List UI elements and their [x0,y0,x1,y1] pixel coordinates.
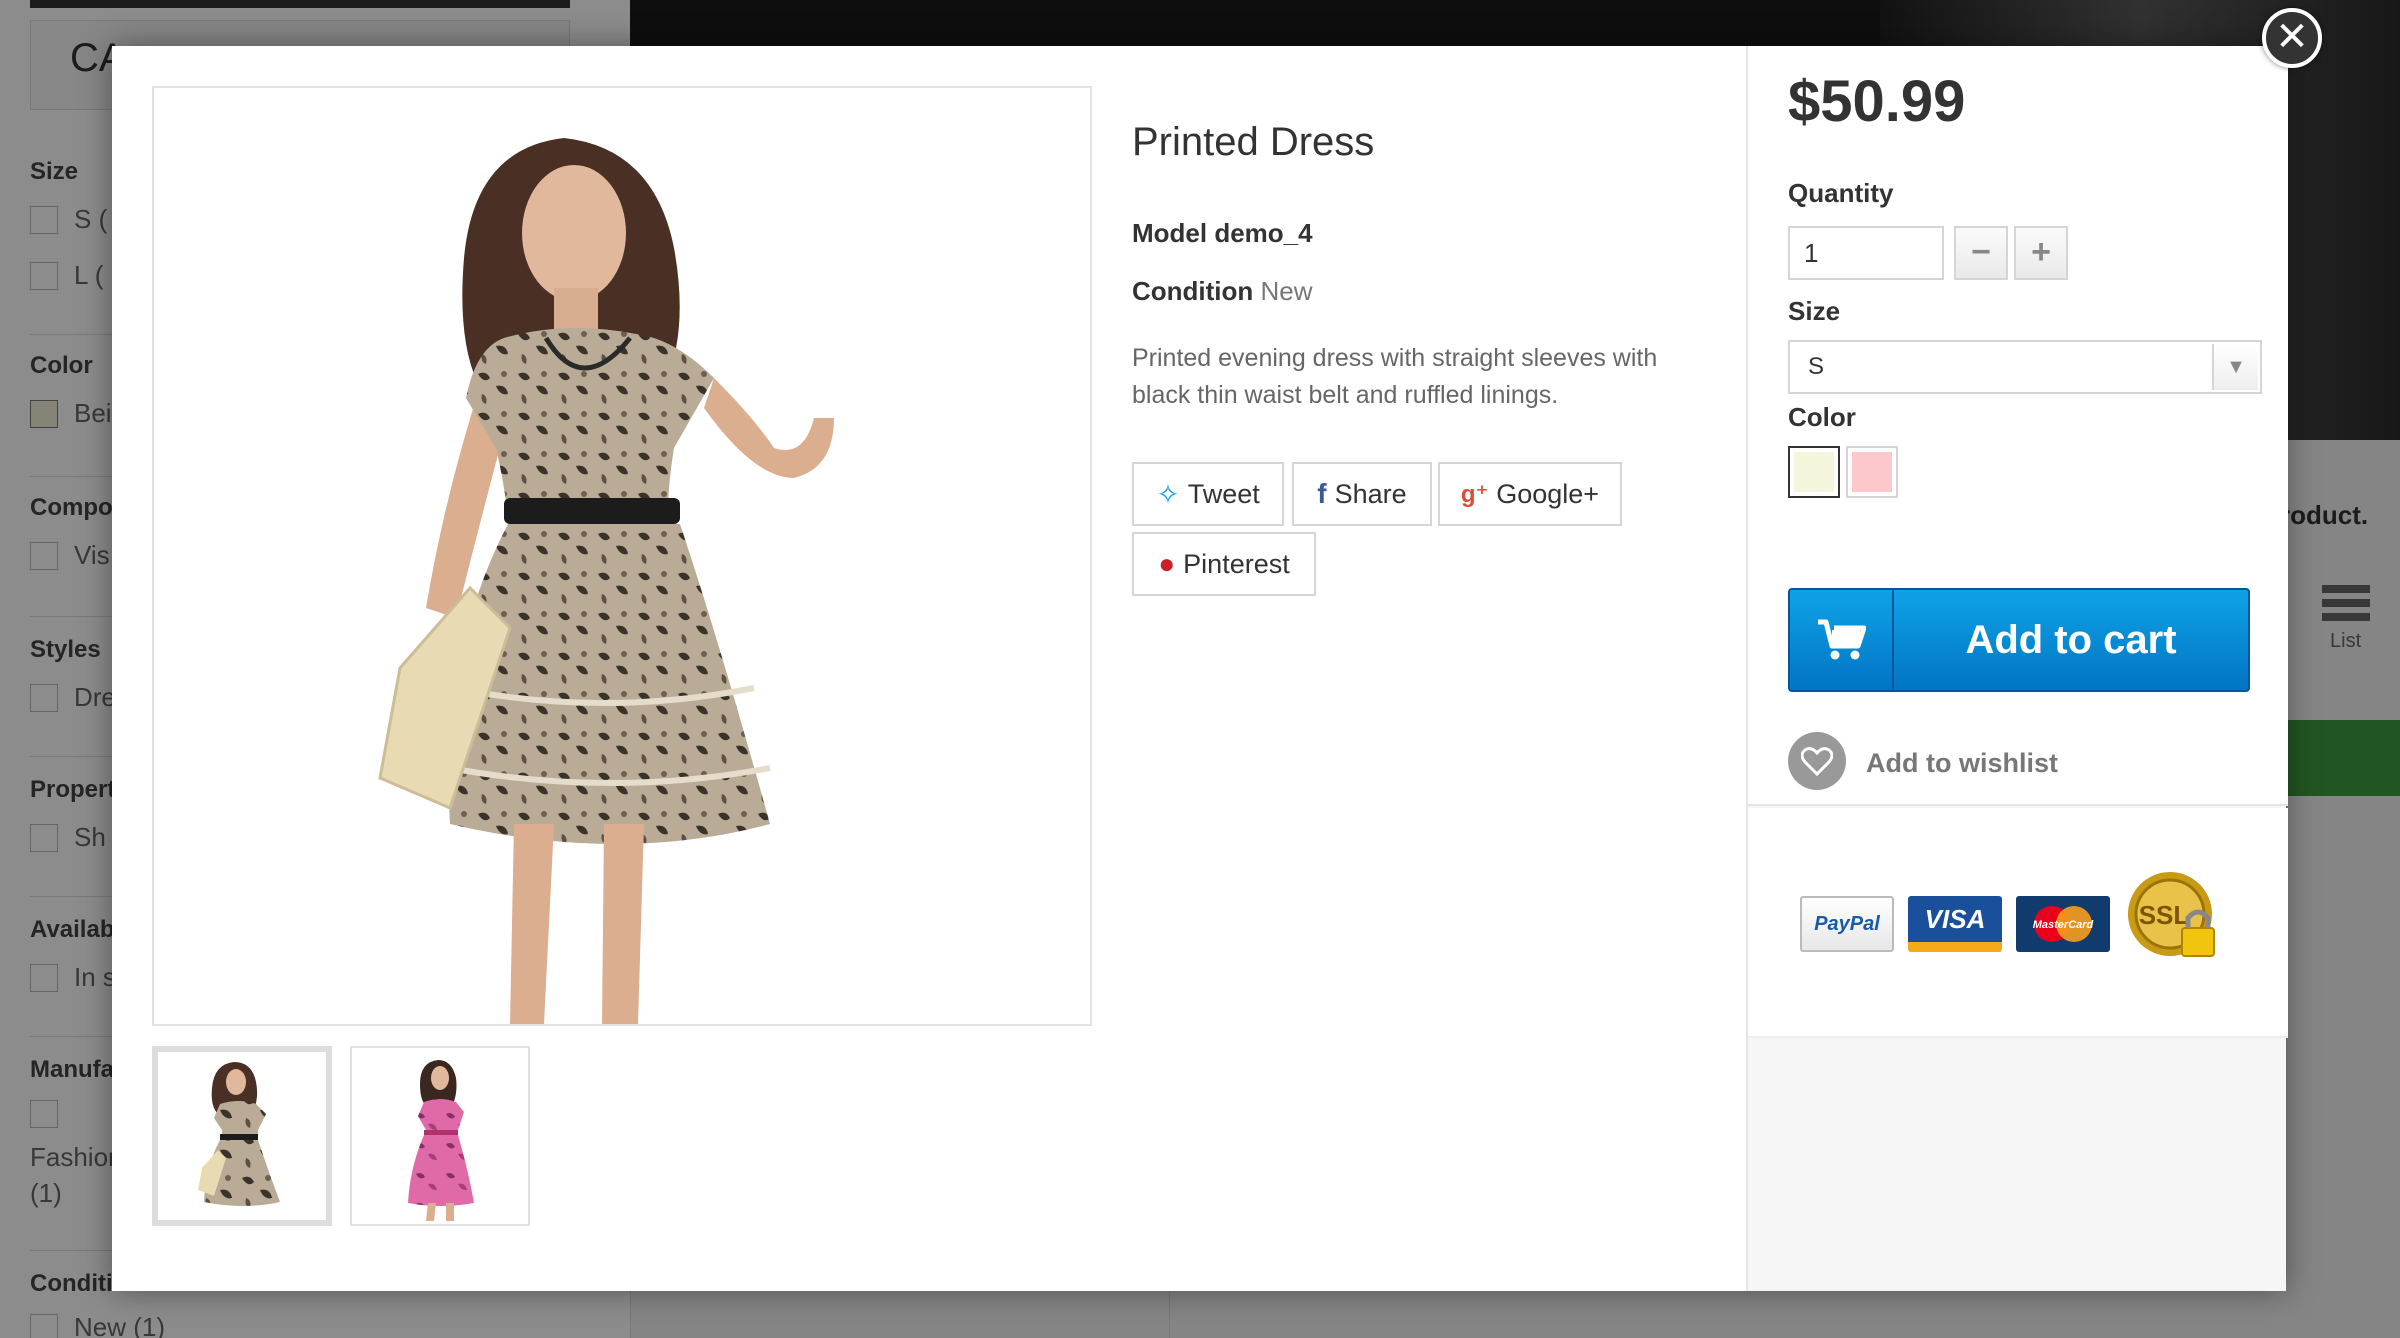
cart-icon [1790,590,1894,690]
color-swatch-beige[interactable] [1788,446,1840,498]
google-plus-icon: g⁺ [1460,480,1489,508]
svg-text:SSL: SSL [2139,900,2190,930]
mastercard-logo: MasterCard [2016,896,2110,952]
svg-text:MasterCard: MasterCard [2033,919,2094,931]
visa-logo: VISA [1908,896,2002,952]
facebook-icon: f [1317,478,1327,509]
share-button[interactable]: f Share [1292,462,1432,526]
size-label: Size [1788,296,1841,326]
thumbnail-2[interactable] [350,1046,530,1226]
buy-panel: $50.99 Quantity 1 − + Size S ▼ Color Add… [1746,46,2288,1291]
pinterest-button[interactable]: ● Pinterest [1132,532,1316,596]
add-to-cart-button[interactable]: Add to cart [1788,588,2250,692]
color-label: Color [1788,402,1856,432]
quantity-input[interactable]: 1 [1788,226,1944,280]
twitter-icon: ✧ [1156,478,1180,510]
thumbnail-image-pink [408,1060,474,1221]
model-value: demo_4 [1214,218,1313,248]
tweet-button[interactable]: ✧ Tweet [1132,462,1284,526]
payment-logos: PayPal VISA MasterCard SSL [1748,808,2288,1038]
main-product-image[interactable] [152,86,1092,1026]
chevron-down-icon[interactable]: ▼ [2212,344,2258,390]
quantity-label: Quantity [1788,178,1894,208]
size-selected-value: S [1808,353,1825,380]
pinterest-icon: ● [1158,548,1176,579]
size-select[interactable]: S ▼ [1788,340,2262,394]
condition-label: Condition [1132,276,1254,306]
product-model: Model demo_4 [1132,218,1313,249]
model-label: Model [1132,218,1208,248]
product-description: Printed evening dress with straight slee… [1132,344,1658,409]
condition-value: New [1260,276,1313,306]
dress-model-illustration [378,138,834,1024]
buy-box: $50.99 Quantity 1 − + Size S ▼ Color Add… [1748,46,2288,806]
product-price: $50.99 [1788,69,1966,134]
google-plus-button[interactable]: g⁺ Google+ [1438,462,1622,526]
quick-view-modal: Printed Dress Model demo_4 Condition New… [112,46,2288,1291]
paypal-logo: PayPal [1800,896,1894,952]
thumbnail-1[interactable] [152,1046,332,1226]
add-to-wishlist-link[interactable]: Add to wishlist [1866,748,2058,779]
product-condition: Condition New [1132,276,1313,307]
close-icon[interactable]: ✕ [2262,8,2322,68]
add-to-cart-label: Add to cart [1965,617,2177,662]
ssl-seal-icon: SSL [2128,872,2215,957]
heart-icon[interactable] [1788,732,1846,790]
color-swatch-pink[interactable] [1846,446,1898,498]
product-title: Printed Dress [1132,120,1375,164]
thumbnail-image [198,1062,280,1206]
quantity-decrease-button[interactable]: − [1954,226,2008,280]
quantity-increase-button[interactable]: + [2014,226,2068,280]
